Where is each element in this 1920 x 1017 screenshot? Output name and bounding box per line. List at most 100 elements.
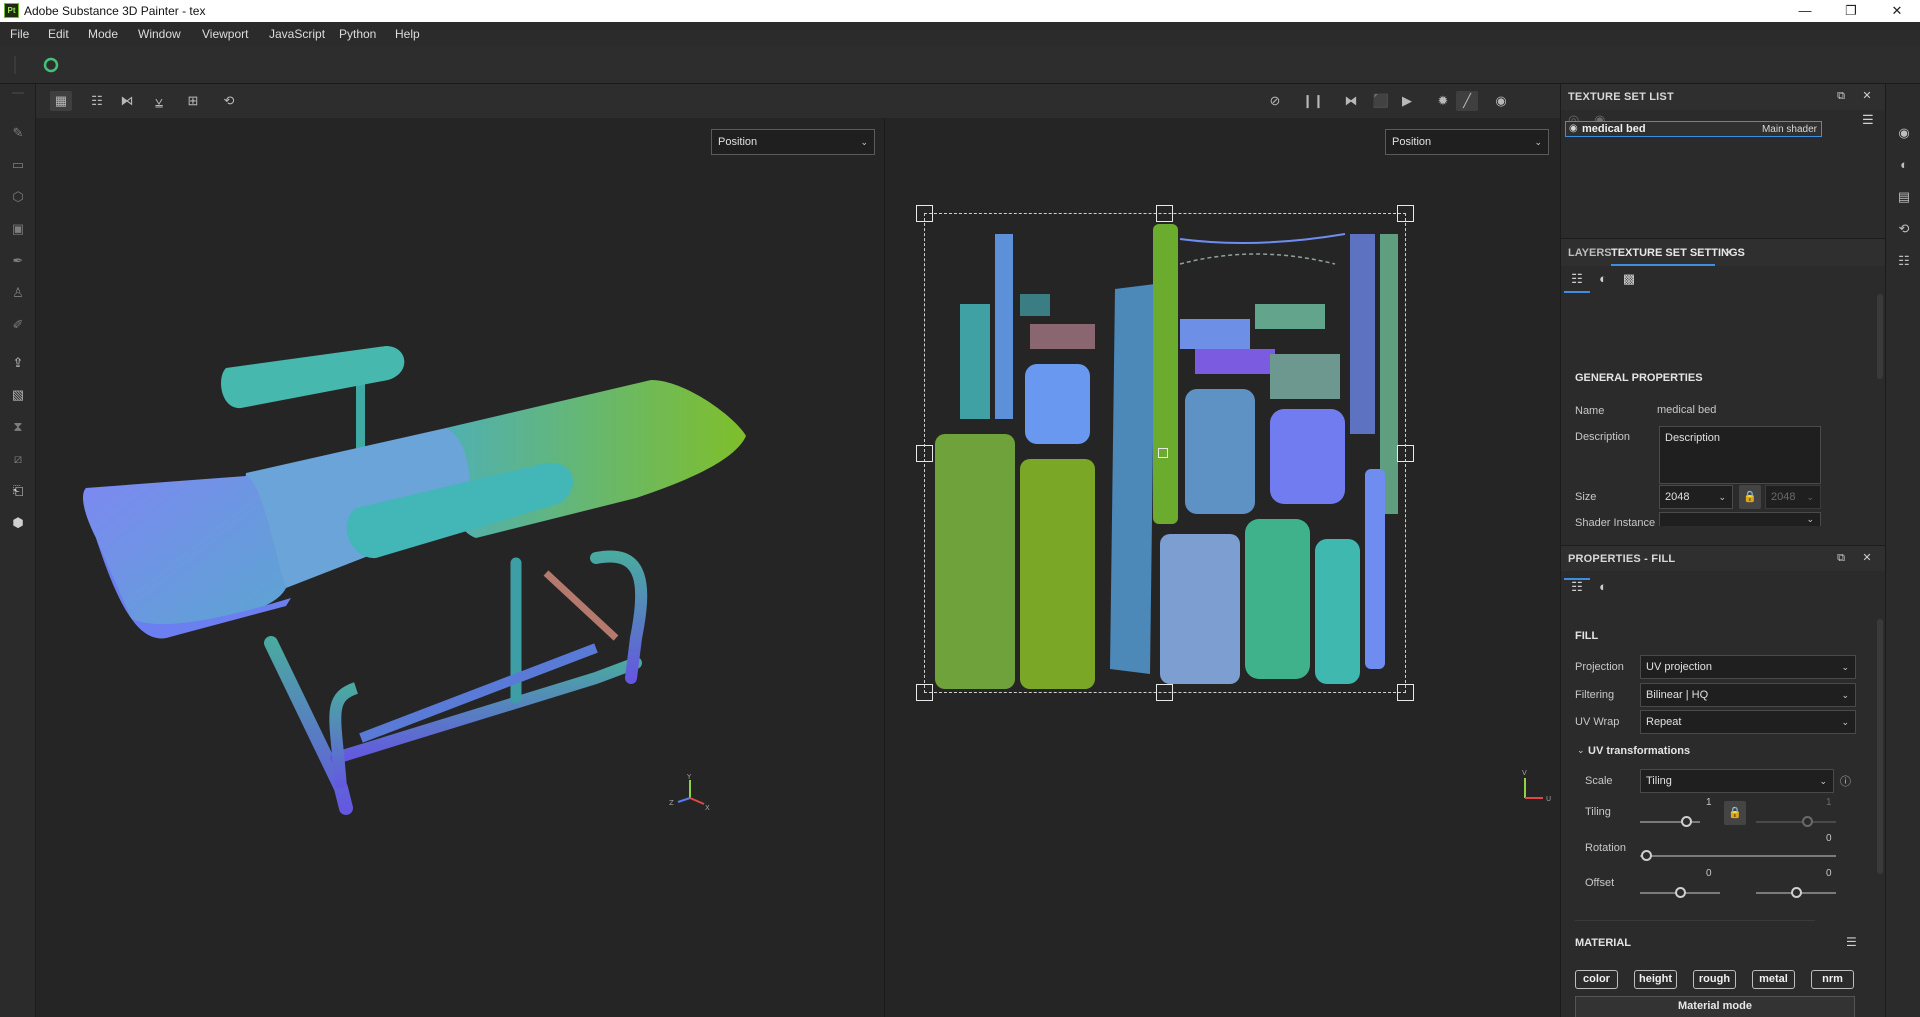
- transform-handle-r[interactable]: [1397, 445, 1414, 462]
- bake-icon[interactable]: ⇪: [9, 354, 27, 372]
- material-menu-icon[interactable]: ☰: [1846, 935, 1857, 949]
- transform-handle-tr[interactable]: [1397, 205, 1414, 222]
- color-picker-icon[interactable]: ✐: [9, 316, 27, 334]
- eye-icon[interactable]: ◉: [1569, 123, 1578, 134]
- menu-javascript[interactable]: JavaScript: [269, 27, 325, 41]
- material-mode-button[interactable]: Material mode: [1575, 996, 1855, 1017]
- minimize-icon[interactable]: —: [1782, 0, 1828, 22]
- paint-mode-icon[interactable]: ╱: [1456, 91, 1478, 111]
- projection-select[interactable]: UV projection ⌄: [1640, 655, 1856, 679]
- info-icon[interactable]: ⓘ: [1840, 773, 1851, 789]
- history-icon[interactable]: ⟲: [218, 91, 240, 111]
- uv-tab-icon[interactable]: ▩: [1619, 269, 1639, 289]
- close-tab-icon[interactable]: ✕: [1724, 246, 1733, 259]
- undock-icon[interactable]: ⧉: [1834, 551, 1848, 565]
- size-select[interactable]: 2048 ⌄: [1659, 485, 1733, 509]
- material-nrm-button[interactable]: nrm: [1811, 970, 1854, 989]
- channel-select-2d[interactable]: Position ⌄: [1385, 129, 1549, 155]
- mirror-x-icon[interactable]: ⧑: [116, 91, 138, 111]
- shader-tab-icon[interactable]: ◐: [1593, 269, 1613, 289]
- uv-transformations-title[interactable]: UV transformations: [1588, 745, 1690, 757]
- paint-brush-icon[interactable]: ✎: [9, 124, 27, 142]
- restore-icon[interactable]: ❐: [1828, 0, 1874, 22]
- geometry-mask-icon[interactable]: ▧: [9, 386, 27, 404]
- material-height-button[interactable]: height: [1634, 970, 1677, 989]
- undock-icon[interactable]: ⧉: [1834, 89, 1848, 103]
- sync-status-icon[interactable]: [43, 57, 59, 73]
- collapse-chevron-icon[interactable]: ⌄: [1577, 745, 1585, 756]
- filtering-select[interactable]: Bilinear | HQ ⌄: [1640, 683, 1856, 707]
- context-bar: [0, 46, 1920, 84]
- viewport-3d[interactable]: Position ⌄ Y X Z: [36, 118, 884, 1017]
- smudge-icon[interactable]: ✒: [9, 252, 27, 270]
- texture-set-row[interactable]: ◉ medical bed Main shader: [1565, 121, 1822, 137]
- menu-file[interactable]: File: [10, 27, 29, 41]
- tab-layers[interactable]: LAYERS: [1568, 247, 1612, 259]
- transform-handle-t[interactable]: [1156, 205, 1173, 222]
- offset-y-slider-thumb[interactable]: [1791, 887, 1802, 898]
- cube-view-icon[interactable]: ⬛: [1370, 91, 1392, 111]
- light-icon[interactable]: ✹: [1432, 91, 1454, 111]
- display-settings-icon[interactable]: ◐: [1895, 156, 1913, 174]
- rotation-slider-track[interactable]: [1640, 855, 1836, 857]
- app-logo-icon: Pt: [4, 3, 19, 18]
- menu-help[interactable]: Help: [395, 27, 420, 41]
- menu-edit[interactable]: Edit: [48, 27, 69, 41]
- close-panel-icon[interactable]: ✕: [1860, 551, 1874, 565]
- fill-shader-tab-icon[interactable]: ◐: [1593, 577, 1613, 597]
- close-panel-icon[interactable]: ✕: [1860, 89, 1874, 103]
- tiles-icon[interactable]: ☷: [86, 91, 108, 111]
- menu-viewport[interactable]: Viewport: [202, 27, 248, 41]
- grid-view-icon[interactable]: ▦: [50, 91, 72, 111]
- shader-instance-select[interactable]: ⌄: [1659, 512, 1821, 526]
- viewport-2d[interactable]: Position ⌄ V U: [885, 118, 1560, 1017]
- scrollbar-fill[interactable]: [1877, 619, 1883, 874]
- uv-tool-icon[interactable]: ⧄: [9, 450, 27, 468]
- menu-window[interactable]: Window: [138, 27, 181, 41]
- transform-handle-center[interactable]: [1158, 448, 1168, 458]
- polygon-fill-icon[interactable]: ▣: [9, 220, 27, 238]
- mesh-icon[interactable]: ⬢: [9, 514, 27, 532]
- add-frame-icon[interactable]: ⊞: [182, 91, 204, 111]
- description-placeholder: Description: [1665, 432, 1721, 444]
- close-window-icon[interactable]: ✕: [1874, 0, 1920, 22]
- export-icon[interactable]: ⎗: [9, 482, 27, 500]
- scale-select[interactable]: Tiling ⌄: [1640, 769, 1834, 793]
- eraser-icon[interactable]: ▭: [9, 156, 27, 174]
- uv-wrap-select[interactable]: Repeat ⌄: [1640, 710, 1856, 734]
- menu-python[interactable]: Python: [339, 27, 376, 41]
- offset-x-slider-thumb[interactable]: [1675, 887, 1686, 898]
- mirror-y-icon[interactable]: ⩣: [148, 91, 170, 111]
- list-menu-icon[interactable]: ☰: [1862, 112, 1874, 128]
- clone-stamp-icon[interactable]: ♙: [9, 284, 27, 302]
- settings-tab-icon[interactable]: ☷: [1567, 269, 1587, 289]
- history-panel-icon[interactable]: ⟲: [1895, 220, 1913, 238]
- screenshot-icon[interactable]: ◉: [1490, 91, 1512, 111]
- measure-icon[interactable]: ⧗: [9, 418, 27, 436]
- pause-icon[interactable]: ❙❙: [1302, 91, 1324, 111]
- axis-gizmo-3d-icon: Y X Z: [669, 774, 710, 812]
- material-color-button[interactable]: color: [1575, 970, 1618, 989]
- transform-handle-b[interactable]: [1156, 684, 1173, 701]
- menu-mode[interactable]: Mode: [88, 27, 118, 41]
- transform-handle-tl[interactable]: [916, 205, 933, 222]
- texture-set-icon[interactable]: ◉: [1895, 124, 1913, 142]
- camera-icon[interactable]: ▶: [1396, 91, 1418, 111]
- material-rough-button[interactable]: rough: [1693, 970, 1736, 989]
- tiling-slider-thumb[interactable]: [1681, 816, 1692, 827]
- transform-handle-l[interactable]: [916, 445, 933, 462]
- log-icon[interactable]: ☷: [1895, 252, 1913, 270]
- material-metal-button[interactable]: metal: [1752, 970, 1795, 989]
- projection-icon[interactable]: ⬡: [9, 188, 27, 206]
- lock-icon[interactable]: 🔒: [1739, 485, 1761, 509]
- tiling-lock-icon[interactable]: 🔒: [1724, 801, 1746, 825]
- description-field[interactable]: Description: [1659, 426, 1821, 484]
- symmetry-icon[interactable]: ⧓: [1340, 91, 1362, 111]
- rotation-slider-thumb[interactable]: [1641, 850, 1652, 861]
- hide-icon[interactable]: ⊘: [1264, 91, 1286, 111]
- transform-handle-bl[interactable]: [916, 684, 933, 701]
- transform-handle-br[interactable]: [1397, 684, 1414, 701]
- scrollbar-general[interactable]: [1877, 294, 1883, 379]
- fill-settings-tab-icon[interactable]: ☷: [1567, 577, 1587, 597]
- shelf-icon[interactable]: ▤: [1895, 188, 1913, 206]
